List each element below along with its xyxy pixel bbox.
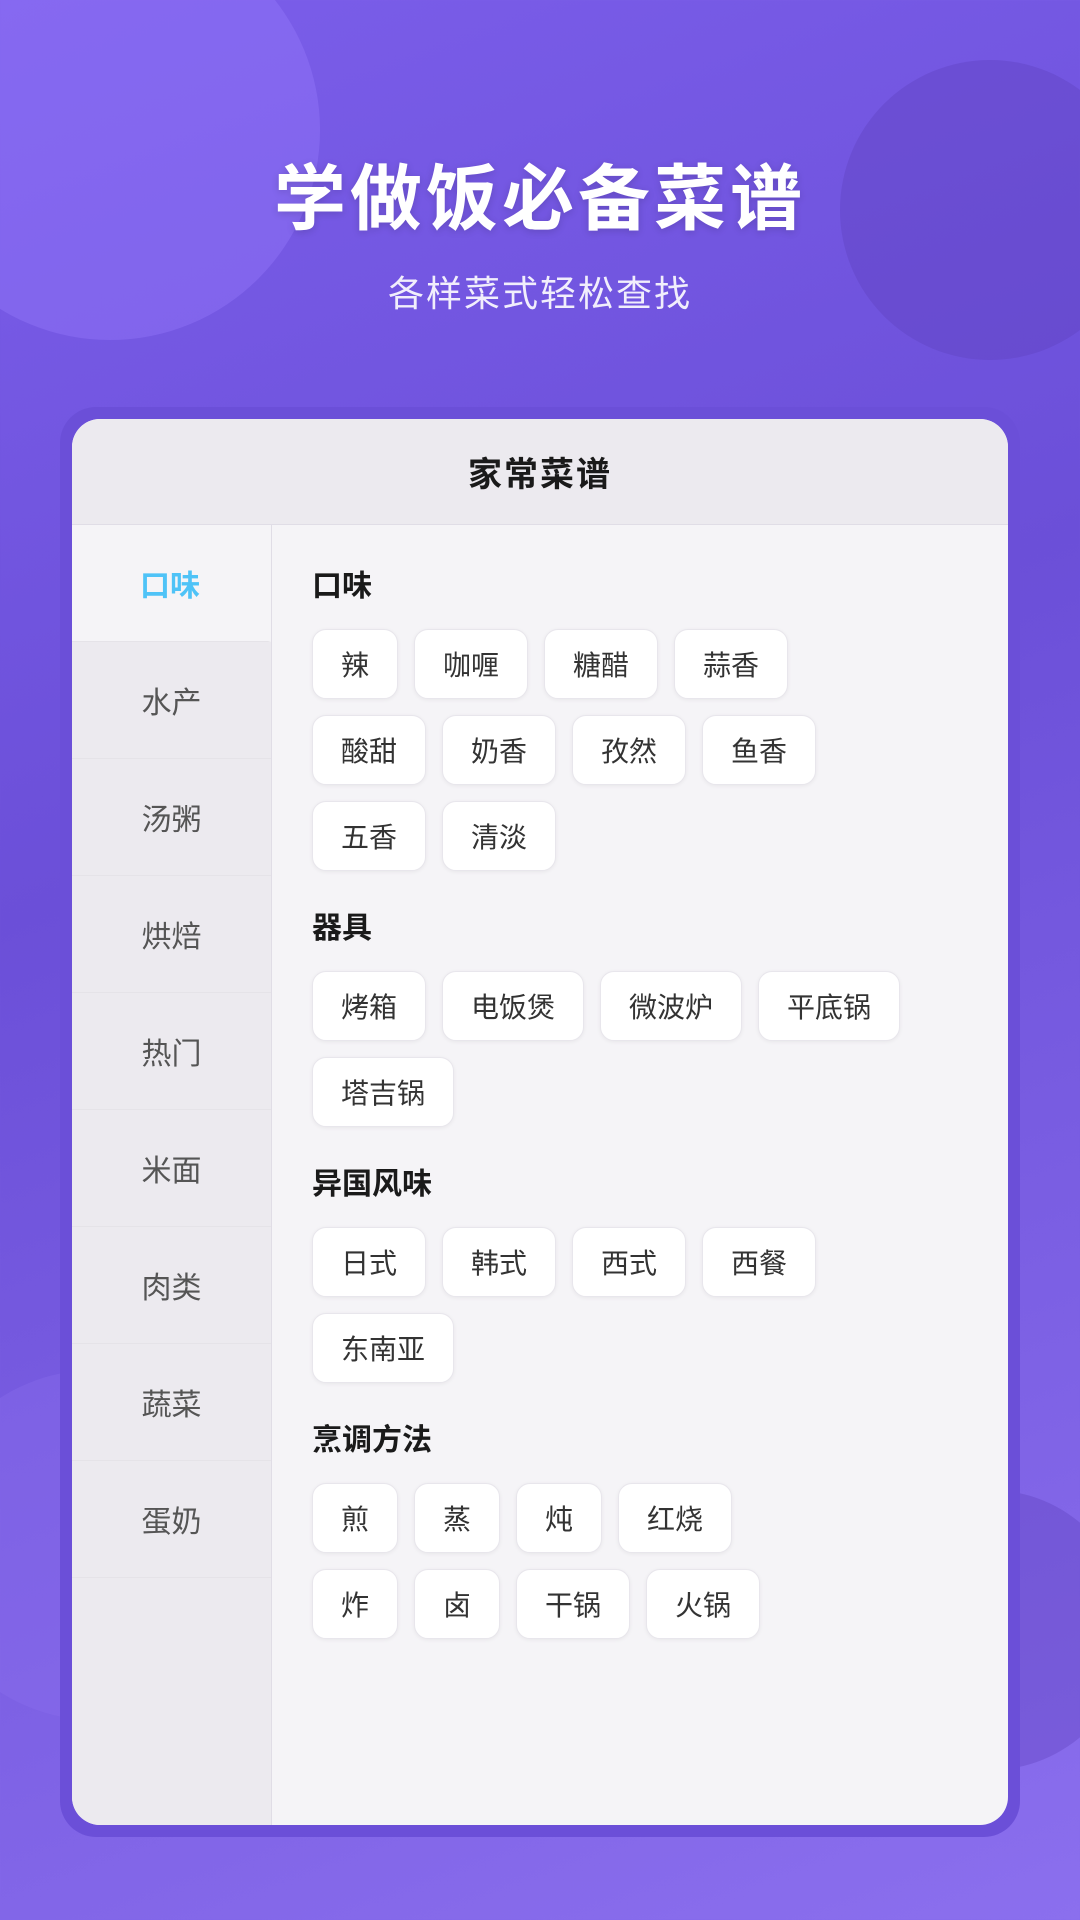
tag-五香[interactable]: 五香: [312, 801, 426, 871]
section-kouwei: 口味辣咖喱糖醋蒜香酸甜奶香孜然鱼香五香清淡: [312, 561, 968, 871]
tag-卤[interactable]: 卤: [414, 1569, 500, 1639]
tag-微波炉[interactable]: 微波炉: [600, 971, 742, 1041]
tags-row-kouwei-0: 辣咖喱糖醋蒜香: [312, 629, 968, 699]
tag-煎[interactable]: 煎: [312, 1483, 398, 1553]
tags-row-yiguofengwei-0: 日式韩式西式西餐: [312, 1227, 968, 1297]
tag-烤箱[interactable]: 烤箱: [312, 971, 426, 1041]
sidebar-item-remen[interactable]: 热门: [72, 993, 271, 1110]
tag-孜然[interactable]: 孜然: [572, 715, 686, 785]
tags-row-kouwei-1: 酸甜奶香孜然鱼香: [312, 715, 968, 785]
sidebar-item-hongbei[interactable]: 烘焙: [72, 876, 271, 993]
tags-row-pengtiaofahfa-0: 煎蒸炖红烧: [312, 1483, 968, 1553]
section-title-pengtiaofahfa: 烹调方法: [312, 1415, 968, 1459]
sidebar-item-roulei[interactable]: 肉类: [72, 1227, 271, 1344]
content-area: 口味辣咖喱糖醋蒜香酸甜奶香孜然鱼香五香清淡器具烤箱电饭煲微波炉平底锅塔吉锅异国风…: [272, 525, 1008, 1825]
tag-火锅[interactable]: 火锅: [646, 1569, 760, 1639]
tags-row-yiguofengwei-1: 东南亚: [312, 1313, 968, 1383]
tag-红烧[interactable]: 红烧: [618, 1483, 732, 1553]
tag-辣[interactable]: 辣: [312, 629, 398, 699]
sidebar-item-shuichan[interactable]: 水产: [72, 642, 271, 759]
tag-炸[interactable]: 炸: [312, 1569, 398, 1639]
section-qiju: 器具烤箱电饭煲微波炉平底锅塔吉锅: [312, 903, 968, 1127]
tag-东南亚[interactable]: 东南亚: [312, 1313, 454, 1383]
tag-电饭煲[interactable]: 电饭煲: [442, 971, 584, 1041]
sidebar-item-dannai[interactable]: 蛋奶: [72, 1461, 271, 1578]
tag-鱼香[interactable]: 鱼香: [702, 715, 816, 785]
sidebar-item-kouwei[interactable]: 口味: [72, 525, 271, 642]
tag-清淡[interactable]: 清淡: [442, 801, 556, 871]
card-header: 家常菜谱: [72, 419, 1008, 525]
section-title-yiguofengwei: 异国风味: [312, 1159, 968, 1203]
tag-干锅[interactable]: 干锅: [516, 1569, 630, 1639]
main-card-wrapper: 家常菜谱 口味水产汤粥烘焙热门米面肉类蔬菜蛋奶 口味辣咖喱糖醋蒜香酸甜奶香孜然鱼…: [60, 407, 1020, 1837]
app-header: 学做饭必备菜谱 各样菜式轻松查找: [0, 0, 1080, 377]
sidebar-item-shucai[interactable]: 蔬菜: [72, 1344, 271, 1461]
tag-平底锅[interactable]: 平底锅: [758, 971, 900, 1041]
sidebar-item-mimian[interactable]: 米面: [72, 1110, 271, 1227]
app-title: 学做饭必备菜谱: [60, 140, 1020, 245]
main-card: 家常菜谱 口味水产汤粥烘焙热门米面肉类蔬菜蛋奶 口味辣咖喱糖醋蒜香酸甜奶香孜然鱼…: [72, 419, 1008, 1825]
card-body: 口味水产汤粥烘焙热门米面肉类蔬菜蛋奶 口味辣咖喱糖醋蒜香酸甜奶香孜然鱼香五香清淡…: [72, 525, 1008, 1825]
tags-row-kouwei-2: 五香清淡: [312, 801, 968, 871]
card-title: 家常菜谱: [468, 447, 612, 496]
category-sidebar: 口味水产汤粥烘焙热门米面肉类蔬菜蛋奶: [72, 525, 272, 1825]
section-pengtiaofahfa: 烹调方法煎蒸炖红烧炸卤干锅火锅: [312, 1415, 968, 1639]
tag-酸甜[interactable]: 酸甜: [312, 715, 426, 785]
tag-咖喱[interactable]: 咖喱: [414, 629, 528, 699]
tags-row-pengtiaofahfa-1: 炸卤干锅火锅: [312, 1569, 968, 1639]
app-subtitle: 各样菜式轻松查找: [60, 265, 1020, 317]
tag-韩式[interactable]: 韩式: [442, 1227, 556, 1297]
tag-塔吉锅[interactable]: 塔吉锅: [312, 1057, 454, 1127]
tags-row-qiju-0: 烤箱电饭煲微波炉平底锅: [312, 971, 968, 1041]
card-outer-frame: 家常菜谱 口味水产汤粥烘焙热门米面肉类蔬菜蛋奶 口味辣咖喱糖醋蒜香酸甜奶香孜然鱼…: [60, 407, 1020, 1837]
tag-日式[interactable]: 日式: [312, 1227, 426, 1297]
tag-蒜香[interactable]: 蒜香: [674, 629, 788, 699]
tag-奶香[interactable]: 奶香: [442, 715, 556, 785]
tag-糖醋[interactable]: 糖醋: [544, 629, 658, 699]
section-title-qiju: 器具: [312, 903, 968, 947]
tag-西式[interactable]: 西式: [572, 1227, 686, 1297]
tag-炖[interactable]: 炖: [516, 1483, 602, 1553]
section-yiguofengwei: 异国风味日式韩式西式西餐东南亚: [312, 1159, 968, 1383]
tags-row-qiju-1: 塔吉锅: [312, 1057, 968, 1127]
sidebar-item-tangzhou[interactable]: 汤粥: [72, 759, 271, 876]
tag-西餐[interactable]: 西餐: [702, 1227, 816, 1297]
tag-蒸[interactable]: 蒸: [414, 1483, 500, 1553]
section-title-kouwei: 口味: [312, 561, 968, 605]
